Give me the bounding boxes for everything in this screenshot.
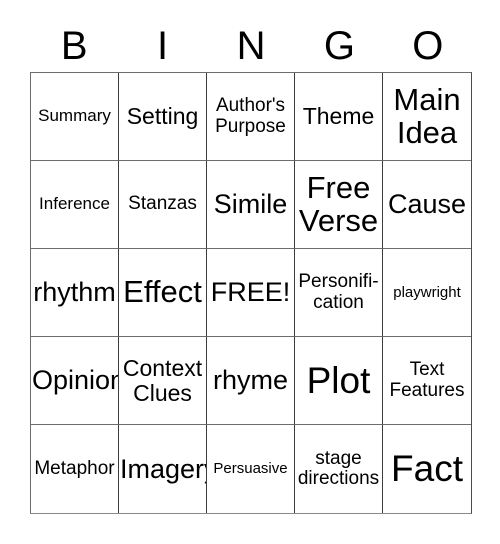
bingo-cell[interactable]: Summary: [31, 73, 119, 161]
bingo-cell[interactable]: rhythm: [31, 249, 119, 337]
bingo-cell-label: Cause: [387, 189, 467, 220]
bingo-cell-label: rhythm: [33, 277, 116, 308]
bingo-card: B I N G O Summary Setting Author's Purpo…: [0, 0, 500, 544]
bingo-cell-label: Effect: [123, 274, 202, 310]
bingo-cell-label: Personifi- cation: [298, 271, 379, 313]
bingo-cell-label: rhyme: [212, 365, 288, 396]
bingo-cell[interactable]: Metaphor: [31, 425, 119, 513]
bingo-cell[interactable]: Fact: [383, 425, 471, 513]
bingo-header-letters: B I N G O: [30, 22, 472, 70]
bingo-cell-label: Simile: [213, 189, 288, 220]
bingo-cell[interactable]: Text Features: [383, 337, 471, 425]
bingo-cell-label: playwright: [393, 283, 461, 301]
bingo-cell[interactable]: Inference: [31, 161, 119, 249]
header-letter-b: B: [60, 24, 88, 68]
bingo-cell-label: Context Clues: [122, 355, 203, 406]
header-letter-i: I: [157, 24, 169, 68]
bingo-cell-label: Persuasive: [213, 460, 288, 478]
bingo-cell-label: Summary: [38, 106, 111, 126]
bingo-cell-label: stage directions: [297, 447, 380, 489]
bingo-cell-label: Author's Purpose: [215, 95, 286, 137]
bingo-cell-label: Imagery: [120, 453, 206, 484]
header-letter-n: N: [236, 24, 266, 68]
bingo-cell-label: Inference: [39, 194, 110, 214]
bingo-cell[interactable]: Cause: [383, 161, 471, 249]
bingo-cell[interactable]: Personifi- cation: [295, 249, 383, 337]
bingo-cell[interactable]: Persuasive: [207, 425, 295, 513]
bingo-cell-label: Plot: [306, 359, 371, 401]
bingo-cell[interactable]: stage directions: [295, 425, 383, 513]
header-letter-o: O: [412, 24, 444, 68]
header-letter-g: G: [323, 24, 355, 68]
bingo-grid: Summary Setting Author's Purpose Theme M…: [30, 72, 472, 514]
bingo-cell[interactable]: Simile: [207, 161, 295, 249]
bingo-cell[interactable]: playwright: [383, 249, 471, 337]
bingo-cell[interactable]: Free Verse: [295, 161, 383, 249]
bingo-cell[interactable]: Main Idea: [383, 73, 471, 161]
bingo-cell-label: FREE!: [210, 277, 291, 308]
bingo-cell-label: Metaphor: [34, 457, 115, 479]
bingo-cell[interactable]: Setting: [119, 73, 207, 161]
bingo-cell[interactable]: Stanzas: [119, 161, 207, 249]
bingo-cell[interactable]: Author's Purpose: [207, 73, 295, 161]
bingo-cell-label: Main Idea: [393, 81, 461, 150]
bingo-cell[interactable]: Effect: [119, 249, 207, 337]
bingo-cell[interactable]: Opinion: [31, 337, 119, 425]
bingo-cell-free-space[interactable]: FREE!: [207, 249, 295, 337]
bingo-cell-label: Free Verse: [298, 169, 379, 238]
bingo-cell[interactable]: Plot: [295, 337, 383, 425]
bingo-cell[interactable]: Context Clues: [119, 337, 207, 425]
bingo-cell-label: Setting: [126, 103, 199, 130]
bingo-cell-label: Theme: [302, 103, 375, 130]
bingo-cell-label: Stanzas: [128, 193, 197, 215]
bingo-cell-label: Text Features: [389, 359, 465, 401]
bingo-cell[interactable]: rhyme: [207, 337, 295, 425]
bingo-cell-label: Opinion: [32, 365, 119, 396]
bingo-cell[interactable]: Imagery: [119, 425, 207, 513]
bingo-cell[interactable]: Theme: [295, 73, 383, 161]
bingo-cell-label: Fact: [391, 448, 463, 490]
